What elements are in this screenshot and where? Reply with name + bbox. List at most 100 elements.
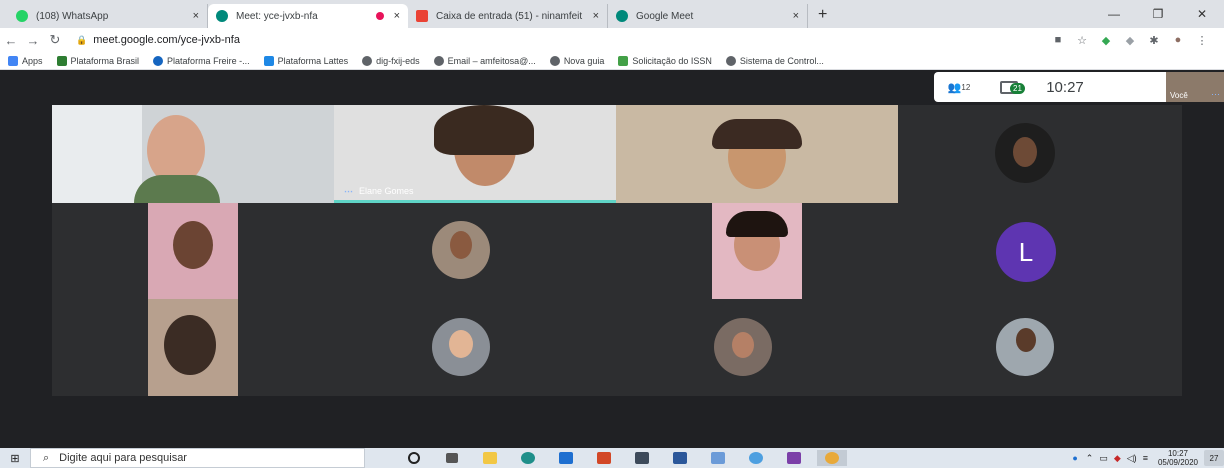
participant-name: ⋯ Elane Gomes (344, 186, 414, 196)
help-icon[interactable]: ● (1072, 453, 1077, 463)
bookmark-item[interactable]: Plataforma Lattes (263, 55, 348, 66)
store-icon[interactable] (627, 450, 657, 466)
more-options-icon[interactable]: ⋯ (1211, 89, 1220, 100)
network-icon[interactable]: ◆ (1114, 453, 1121, 464)
volume-icon[interactable]: ◁) (1127, 453, 1137, 464)
tab-close-icon[interactable]: × (193, 10, 199, 22)
chat-button[interactable]: 21 (984, 80, 1034, 94)
menu-icon[interactable]: ⋮ (1190, 34, 1214, 47)
participant-tile[interactable] (616, 105, 898, 203)
tab-close-icon[interactable]: × (394, 10, 400, 22)
participant-video (434, 105, 534, 155)
close-window-button[interactable]: ✕ (1180, 0, 1224, 28)
minimize-button[interactable]: — (1092, 0, 1136, 28)
taskbar-search-box[interactable]: ⌕ Digite aqui para pesquisar (30, 448, 365, 468)
participant-video (449, 330, 473, 358)
tab-title: Caixa de entrada (51) - ninamfeit (436, 10, 583, 22)
bookmark-item[interactable]: Email – amfeitosa@... (433, 55, 536, 66)
participants-button[interactable]: 👥 12 (934, 81, 984, 94)
globe-icon (725, 55, 736, 66)
meet-icon (616, 10, 628, 22)
participant-tile[interactable] (712, 203, 802, 299)
tab-title: (108) WhatsApp (36, 10, 109, 22)
bookmark-favicon-icon (153, 55, 164, 66)
tab-title: Google Meet (636, 10, 694, 22)
bookmark-item[interactable]: Plataforma Brasil (56, 55, 139, 66)
chrome-icon[interactable] (817, 450, 847, 466)
star-icon[interactable]: ☆ (1070, 34, 1094, 47)
taskbar-clock[interactable]: 10:27 05/09/2020 (1158, 449, 1198, 467)
bookmarks-bar: Apps Plataforma Brasil Plataforma Freire… (0, 52, 1224, 70)
letter-avatar[interactable]: L (996, 222, 1056, 282)
participant-avatar[interactable] (995, 123, 1055, 183)
keyboard-icon[interactable]: ≡ (1143, 453, 1148, 463)
gmail-icon (416, 10, 428, 22)
recording-indicator-icon (375, 12, 384, 20)
participant-video (173, 221, 213, 269)
powerpoint-icon[interactable] (589, 450, 619, 466)
reload-icon[interactable]: ↻ (44, 32, 66, 48)
bookmark-item[interactable]: Sistema de Control... (725, 55, 824, 66)
profile-avatar[interactable]: ● (1166, 34, 1190, 46)
participant-tile[interactable] (52, 105, 334, 203)
participant-video (164, 315, 216, 375)
mail-icon[interactable] (551, 450, 581, 466)
notification-center-button[interactable]: 27 (1204, 450, 1224, 466)
globe-icon (433, 55, 444, 66)
bookmark-item[interactable]: Plataforma Freire -... (153, 55, 250, 66)
puzzle-icon[interactable]: ✱ (1142, 34, 1166, 47)
participant-avatar[interactable] (714, 318, 772, 376)
edge-icon[interactable] (513, 450, 543, 466)
speaking-indicator (334, 200, 616, 203)
bookmark-item[interactable]: dig-fxij-eds (362, 55, 420, 66)
camera-icon[interactable]: ■ (1046, 34, 1070, 46)
system-tray: ● ⌃ ▭ ◆ ◁) ≡ 10:27 05/09/2020 27 (1072, 448, 1224, 468)
tab-close-icon[interactable]: × (793, 10, 799, 22)
windows-taskbar: ⊞ ⌕ Digite aqui para pesquisar ● ⌃ ▭ ◆ ◁… (0, 448, 1224, 468)
onenote-icon[interactable] (779, 450, 809, 466)
tab-google-meet[interactable]: Google Meet × (608, 4, 808, 28)
participant-avatar[interactable] (432, 221, 490, 279)
file-explorer-icon[interactable] (475, 450, 505, 466)
participant-avatar[interactable] (996, 318, 1054, 376)
participant-video (52, 105, 142, 203)
windows-start-icon[interactable]: ⊞ (0, 452, 30, 465)
bookmark-favicon-icon (263, 55, 274, 66)
participant-tile[interactable] (148, 299, 238, 396)
bookmark-favicon-icon (56, 55, 67, 66)
people-icon: 👥 (947, 81, 962, 94)
bookmark-item[interactable]: Nova guia (549, 55, 604, 66)
meet-icon (216, 10, 228, 22)
search-icon: ⌕ (43, 451, 50, 464)
new-tab-button[interactable]: + (818, 6, 827, 24)
tab-title: Meet: yce-jvxb-nfa (236, 10, 318, 22)
participant-video (1013, 137, 1037, 167)
back-icon[interactable]: ← (0, 33, 22, 48)
battery-icon[interactable]: ▭ (1099, 453, 1108, 464)
bookmark-item[interactable]: Solicitação do ISSN (618, 55, 712, 66)
participant-tile[interactable] (148, 203, 238, 299)
bookmark-apps[interactable]: Apps (8, 55, 43, 66)
bookmark-favicon-icon (618, 55, 629, 66)
extension-icon[interactable]: ◆ (1094, 34, 1118, 47)
url-field[interactable]: 🔒 meet.google.com/yce-jvxb-nfa (76, 30, 1046, 50)
tab-whatsapp[interactable]: (108) WhatsApp × (8, 4, 208, 28)
cortana-icon[interactable] (399, 450, 429, 466)
self-view-tile[interactable]: Você ⋯ (1166, 72, 1224, 102)
maximize-button[interactable]: ❐ (1136, 0, 1180, 28)
word-icon[interactable] (665, 450, 695, 466)
tab-gmail[interactable]: Caixa de entrada (51) - ninamfeit × (408, 4, 608, 28)
tab-meet-active[interactable]: Meet: yce-jvxb-nfa × (208, 4, 408, 28)
participant-count: 12 (961, 82, 971, 92)
forward-icon[interactable]: → (22, 33, 44, 48)
chevron-up-icon[interactable]: ⌃ (1086, 453, 1094, 464)
tab-close-icon[interactable]: × (593, 10, 599, 22)
participant-tile-speaking[interactable]: ⋯ Elane Gomes (334, 105, 616, 203)
task-view-icon[interactable] (437, 450, 467, 466)
browser-icon[interactable] (741, 450, 771, 466)
photos-icon[interactable] (703, 450, 733, 466)
extension-icon[interactable]: ◆ (1118, 34, 1142, 47)
meet-clock: 10:27 (1046, 78, 1084, 96)
participant-avatar[interactable] (432, 318, 490, 376)
video-grid: ⋯ Elane Gomes L (52, 105, 1182, 396)
